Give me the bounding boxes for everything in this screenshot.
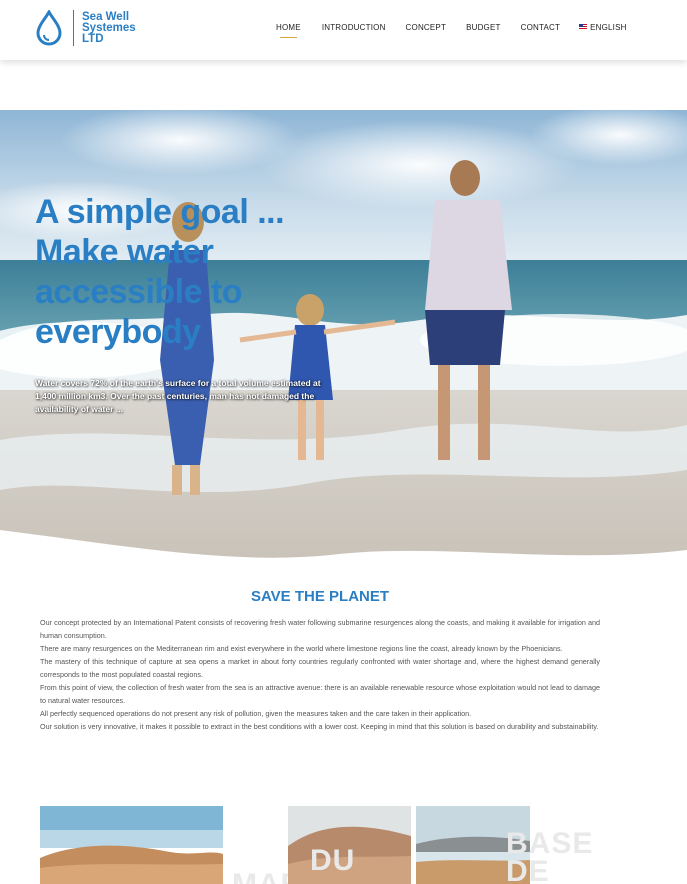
logo-divider [73,10,74,46]
paragraph: There are many resurgences on the Medite… [40,644,563,653]
hero-title-line-2: Make water [35,233,214,271]
nav-budget[interactable]: BUDGET [466,23,501,32]
card-word-du: DU [310,844,356,877]
hero-title: A simple goal ... Make water accessible … [35,192,285,352]
paragraph: Our solution is very innovative, it make… [40,722,599,731]
logo-line-3: LTD [82,32,104,45]
nav-home[interactable]: HOME [276,23,301,38]
nav-language-label: ENGLISH [590,23,627,32]
card-image-1[interactable] [40,806,223,884]
hero-banner: A simple goal ... Make water accessible … [0,110,687,580]
site-header: Sea Well Systemes LTD HOME INTRODUCTION … [0,0,687,60]
hero-title-line-1: A simple goal ... [35,193,285,231]
nav-language[interactable]: ENGLISH [579,23,627,32]
card-word-de: DE [506,855,550,884]
main-nav: HOME INTRODUCTION CONCEPT BUDGET CONTACT… [276,23,627,38]
logo-line-2: Systemes [82,21,136,34]
nav-contact[interactable]: CONTACT [521,23,560,32]
nav-introduction[interactable]: INTRODUCTION [322,23,386,32]
card-word-base: BASE [506,827,594,860]
section-title: SAVE THE PLANET [250,588,390,605]
paragraph: Our concept protected by an Internationa… [40,618,600,640]
desert-image [40,806,223,884]
nav-concept[interactable]: CONCEPT [406,23,447,32]
hero-title-line-4: everybody [35,313,201,351]
hero-title-line-3: accessible to [35,273,243,311]
paragraph: The mastery of this technique of capture… [40,657,600,679]
uk-flag-icon [579,24,588,30]
paragraph: From this point of view, the collection … [40,683,600,705]
logo[interactable]: Sea Well Systemes LTD [35,10,136,46]
water-drop-icon [36,10,62,46]
image-cards: MAROC DU BASE DE [0,806,687,884]
logo-line-1: Sea Well [82,10,130,23]
section-body: Our concept protected by an Internationa… [40,616,600,733]
paragraph: All perfectly sequenced operations do no… [40,709,472,718]
hero-description: Water covers 72% of the earth's surface … [35,378,321,414]
logo-text: Sea Well Systemes LTD [82,10,136,45]
